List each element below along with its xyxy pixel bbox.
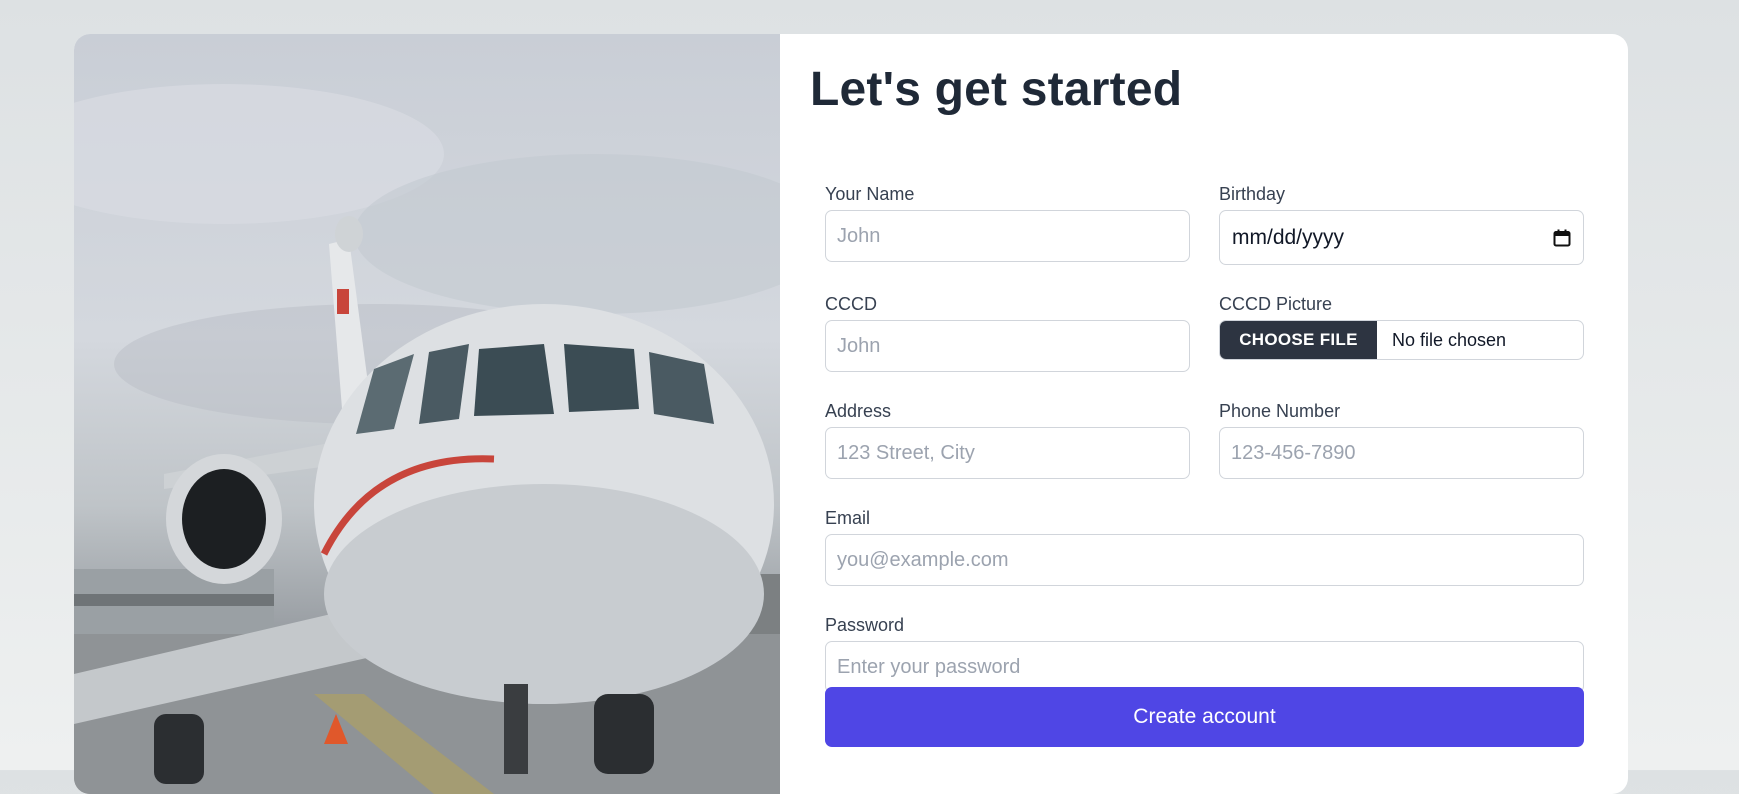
- page-title: Let's get started: [810, 63, 1183, 116]
- choose-file-button[interactable]: CHOOSE FILE: [1220, 321, 1377, 359]
- birthday-value: mm/dd/yyyy: [1232, 225, 1345, 249]
- password-label: Password: [825, 615, 905, 635]
- name-label: Your Name: [825, 184, 915, 204]
- file-status: No file chosen: [1392, 329, 1507, 350]
- birthday-field-group: Birthday mm/dd/yyyy: [1219, 184, 1584, 265]
- cccd-picture-field-group: CCCD Picture CHOOSE FILE No file chosen: [1219, 294, 1584, 360]
- cccd-input[interactable]: [825, 320, 1190, 372]
- birthday-input[interactable]: mm/dd/yyyy: [1219, 210, 1584, 265]
- email-field-group: Email: [825, 508, 1584, 586]
- name-input[interactable]: [825, 210, 1190, 262]
- signup-form: Let's get started Your Name Birthday mm/…: [780, 34, 1628, 794]
- password-input[interactable]: [825, 641, 1584, 693]
- cccd-label: CCCD: [825, 294, 877, 314]
- address-label: Address: [825, 401, 892, 421]
- signup-card: Let's get started Your Name Birthday mm/…: [74, 34, 1628, 794]
- cccd-picture-label: CCCD Picture: [1219, 294, 1333, 314]
- birthday-label: Birthday: [1219, 184, 1286, 204]
- email-label: Email: [825, 508, 871, 528]
- phone-label: Phone Number: [1219, 401, 1341, 421]
- email-input[interactable]: [825, 534, 1584, 586]
- hero-image: [74, 34, 780, 794]
- cccd-picture-input[interactable]: CHOOSE FILE No file chosen: [1219, 320, 1584, 360]
- cccd-field-group: CCCD: [825, 294, 1190, 372]
- address-input[interactable]: [825, 427, 1190, 479]
- password-field-group: Password: [825, 615, 1584, 693]
- jet-illustration: [74, 84, 780, 794]
- name-field-group: Your Name: [825, 184, 1190, 262]
- phone-input[interactable]: [1219, 427, 1584, 479]
- calendar-icon[interactable]: [1553, 229, 1571, 247]
- create-account-button[interactable]: Create account: [825, 687, 1584, 747]
- address-field-group: Address: [825, 401, 1190, 479]
- phone-field-group: Phone Number: [1219, 401, 1584, 479]
